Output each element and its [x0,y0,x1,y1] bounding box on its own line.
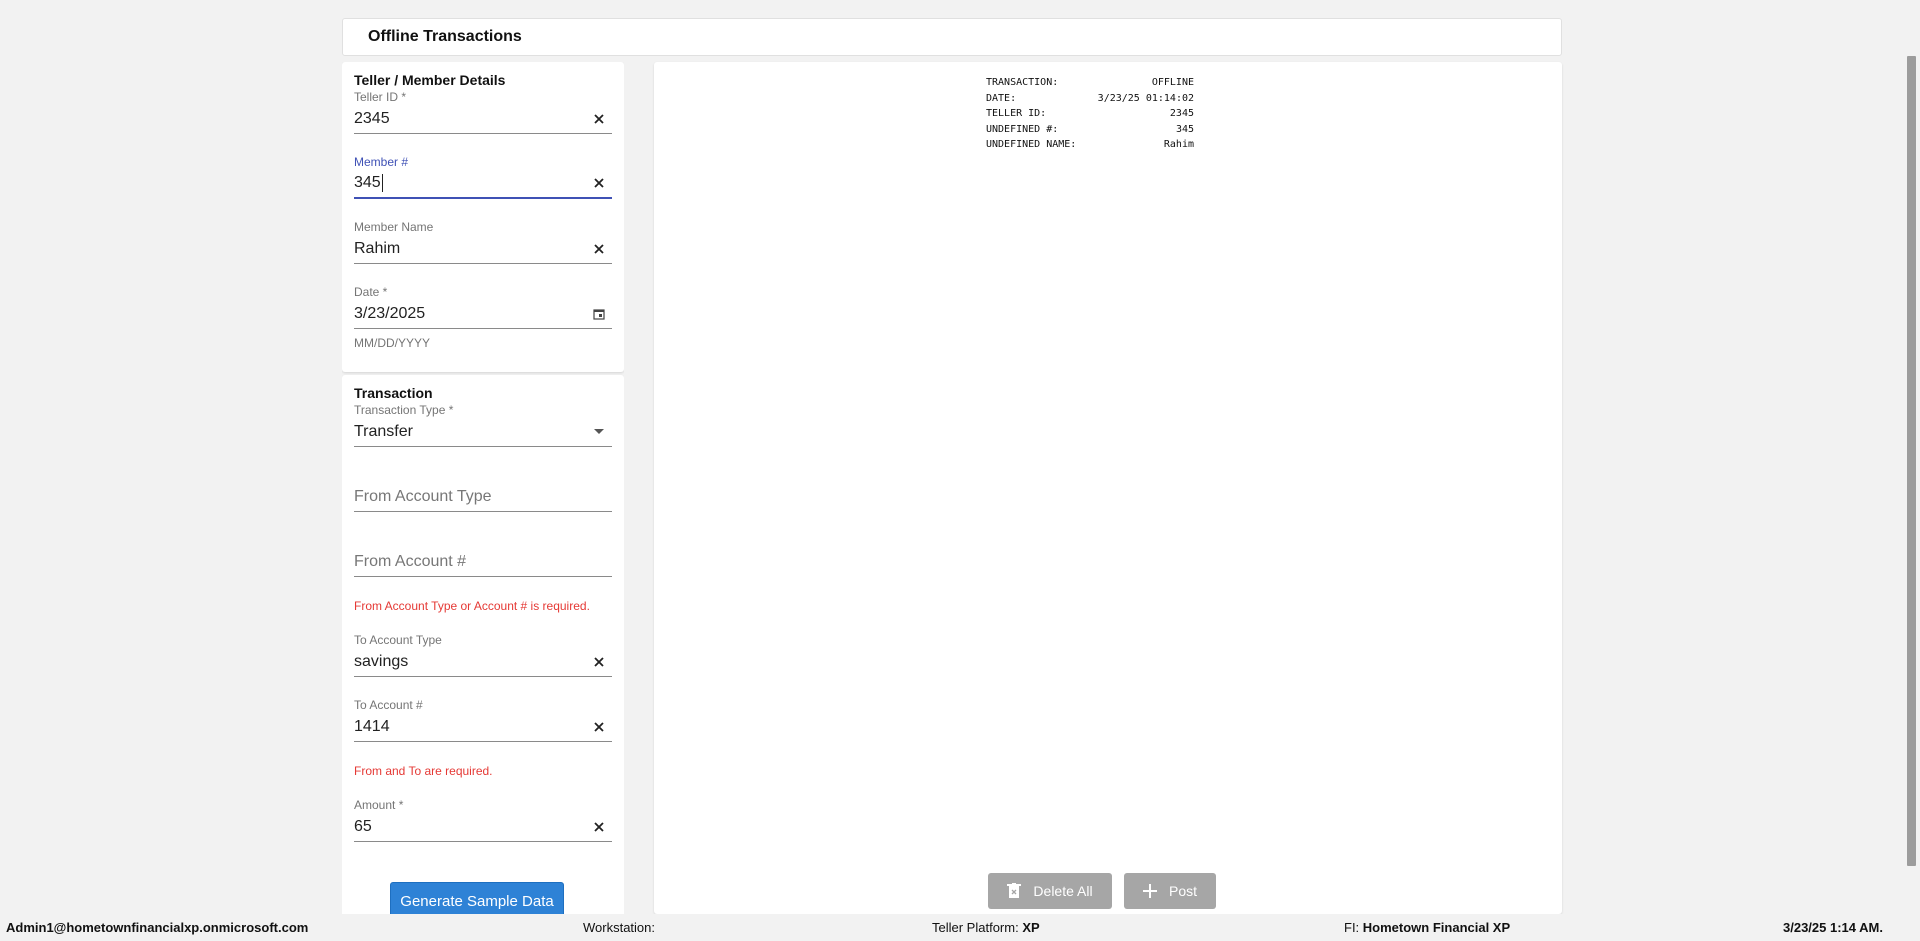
to-account-type-label: To Account Type [354,633,442,647]
receipt-row: TRANSACTION: OFFLINE [986,75,1194,91]
to-account-type-value: savings [354,652,409,670]
to-account-num-label: To Account # [354,698,423,712]
receipt-value: 345 [1175,123,1194,135]
receipt-value: 2345 [1169,108,1194,119]
clear-icon[interactable] [592,176,606,190]
post-label: Post [1168,883,1197,899]
delete-all-label: Delete All [1033,883,1093,899]
page-scrollbar[interactable] [1903,0,1920,914]
clear-icon[interactable] [592,112,606,126]
page-header: Offline Transactions [342,18,1562,56]
teller-id-field[interactable]: Teller ID * 2345 [354,90,612,134]
receipt: TRANSACTION: OFFLINE DATE: 3/23/25 01:14:02… [986,75,1194,153]
from-account-num-input[interactable]: From Account # [354,547,612,577]
teller-member-card: Teller / Member Details Teller ID * 2345… [342,62,624,372]
page-title: Offline Transactions [368,28,522,45]
date-field[interactable]: Date * 3/23/2025 MM/DD/YYYY [354,285,612,350]
delete-all-button[interactable]: Delete All [988,873,1112,909]
from-account-type-input[interactable]: From Account Type [354,482,612,512]
clear-icon[interactable] [592,655,606,669]
receipt-row: UNDEFINED NAME: Rahim [986,137,1194,153]
receipt-preview-panel: TRANSACTION: OFFLINE DATE: 3/23/25 01:14:02… [654,62,1562,914]
date-input[interactable]: 3/23/2025 [354,299,612,329]
from-account-type-field[interactable]: From Account Type [354,468,612,512]
from-account-num-field[interactable]: From Account # [354,533,612,577]
date-format-hint: MM/DD/YYYY [354,336,431,350]
from-account-error: From Account Type or Account # is requir… [354,599,590,613]
receipt-value: Rahim [1163,139,1194,150]
receipt-key: UNDEFINED #: [986,123,1059,135]
transaction-card: Transaction Transaction Type * Transfer … [342,375,624,914]
amount-field[interactable]: Amount * 65 [354,798,612,842]
member-num-input[interactable]: 345 [354,169,612,199]
amount-label: Amount * [354,798,404,812]
dropdown-arrow-icon[interactable] [592,425,606,439]
from-account-num-placeholder: From Account # [354,552,467,570]
status-bar: Admin1@hometownfinancialxp.onmicrosoft.c… [0,914,1920,941]
date-label: Date * [354,285,388,299]
to-account-type-input[interactable]: savings [354,647,612,677]
amount-value: 65 [354,817,372,835]
member-num-value: 345 [354,173,383,192]
teller-id-value: 2345 [354,109,390,127]
clear-icon[interactable] [592,820,606,834]
member-name-value: Rahim [354,239,401,257]
to-account-num-value: 1414 [354,717,390,735]
status-datetime: 3/23/25 1:14 AM. [1783,920,1883,935]
date-value: 3/23/2025 [354,304,426,322]
transaction-type-label: Transaction Type * [354,403,454,417]
receipt-key: TRANSACTION: [986,77,1059,88]
receipt-value: OFFLINE [1151,77,1194,88]
receipt-key: TELLER ID: [986,108,1047,119]
generate-sample-data-button[interactable]: Generate Sample Data [390,882,564,914]
status-fi: FI: Hometown Financial XP [1344,920,1511,935]
to-account-type-field[interactable]: To Account Type savings [354,633,612,677]
transaction-type-select[interactable]: Transfer [354,417,612,447]
to-account-num-input[interactable]: 1414 [354,712,612,742]
receipt-row: UNDEFINED #: 345 [986,122,1194,138]
amount-input[interactable]: 65 [354,812,612,842]
member-name-field[interactable]: Member Name Rahim [354,220,612,264]
receipt-row: DATE: 3/23/25 01:14:02 [986,91,1194,107]
clear-icon[interactable] [592,720,606,734]
member-name-label: Member Name [354,220,434,234]
from-account-type-placeholder: From Account Type [354,487,492,505]
status-workstation: Workstation: [583,920,656,935]
status-user: Admin1@hometownfinancialxp.onmicrosoft.c… [6,920,309,935]
plus-icon [1142,884,1157,898]
receipt-key: DATE: [986,92,1017,104]
transaction-type-value: Transfer [354,422,413,440]
left-panel: Teller / Member Details Teller ID * 2345… [342,62,624,914]
member-num-field[interactable]: Member # 345 [354,155,612,199]
to-account-error: From and To are required. [354,764,493,778]
status-platform: Teller Platform: XP [932,920,1040,935]
teller-card-title: Teller / Member Details [354,72,506,88]
receipt-value: 3/23/25 01:14:02 [1097,92,1194,104]
post-button[interactable]: Post [1124,873,1216,909]
receipt-row: TELLER ID: 2345 [986,106,1194,122]
member-num-label: Member # [354,155,409,169]
calendar-icon[interactable] [592,307,606,321]
clear-icon[interactable] [592,242,606,256]
trash-icon [1007,883,1022,899]
transaction-card-title: Transaction [354,385,433,401]
receipt-key: UNDEFINED NAME: [986,139,1077,150]
transaction-type-field[interactable]: Transaction Type * Transfer [354,403,612,447]
to-account-num-field[interactable]: To Account # 1414 [354,698,612,742]
member-name-input[interactable]: Rahim [354,234,612,264]
scrollbar-thumb[interactable] [1907,56,1916,866]
teller-id-input[interactable]: 2345 [354,104,612,134]
teller-id-label: Teller ID * [354,90,407,104]
